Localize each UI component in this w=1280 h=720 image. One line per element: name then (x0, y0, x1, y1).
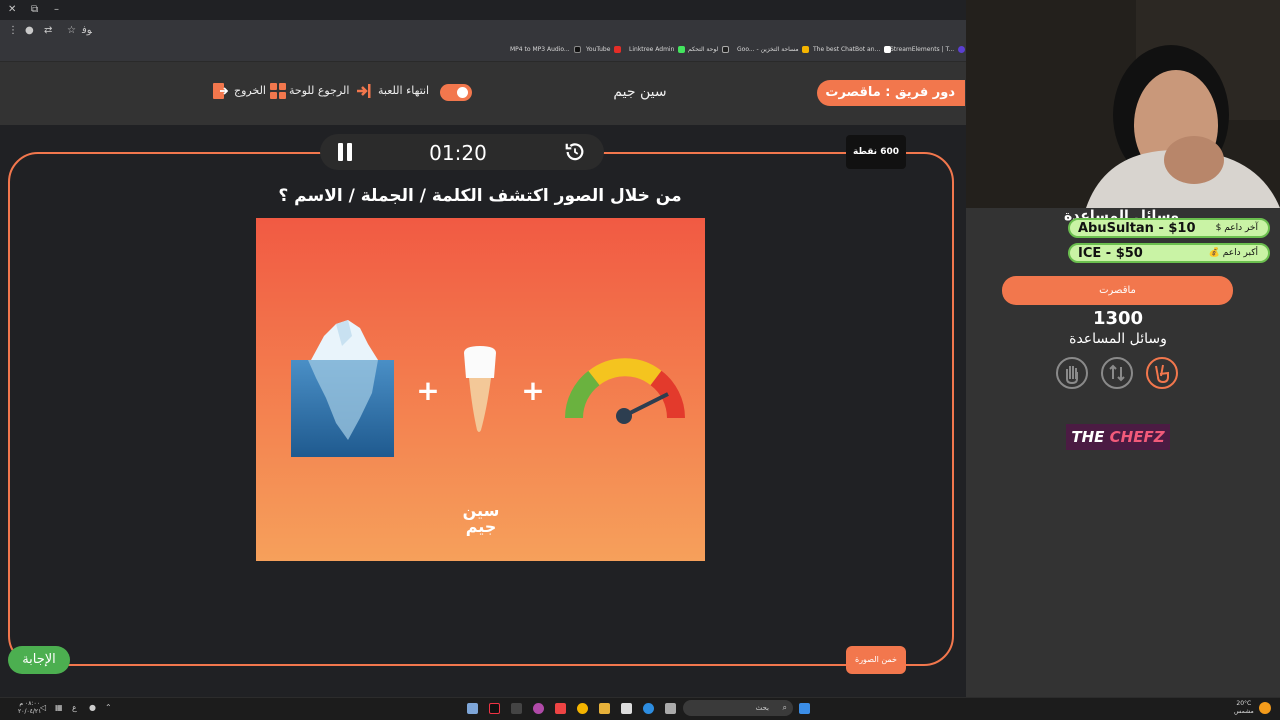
bookmark-item[interactable]: The best ChatBot an... (813, 46, 892, 53)
google-drive-icon (802, 46, 810, 53)
bookmark-item[interactable]: YouTube (586, 46, 622, 53)
pause-bar-left (338, 143, 343, 161)
taskbar-app-icon[interactable] (621, 703, 632, 714)
last-donor-banner: آخر داعم $ AbuSultan - $10 (1068, 218, 1270, 238)
windows-taskbar: ⌃ ● ع ▦ ◁ (0, 697, 1280, 720)
pause-button[interactable] (336, 143, 354, 161)
profile-icon[interactable]: ● (25, 25, 34, 36)
network-icon[interactable]: ▦ (55, 703, 63, 712)
close-window-icon[interactable]: ✕ (8, 4, 16, 15)
speed-gauge-icon (565, 358, 685, 424)
team-turn-label: دور فريق : ماقصرت (817, 80, 965, 106)
countdown-timer: 01:20 (429, 141, 487, 165)
browser-tab-bar: ✕ ⧉ – (0, 0, 966, 20)
bookmarks-bar: MP4 to MP3 Audio... YouTube Linktree Adm… (0, 42, 966, 62)
top-donor-label: أكبر داعم 💰 (1208, 248, 1258, 258)
end-game-label[interactable]: انتهاء اللعبة (378, 84, 429, 97)
taskbar-search[interactable]: بحث ⌕ (683, 700, 793, 716)
weather-desc: مشمس (1234, 708, 1254, 715)
taskbar-app-icon[interactable] (555, 703, 566, 714)
back-to-board-label[interactable]: الرجوع للوحة (289, 84, 349, 97)
file-explorer-icon[interactable] (599, 703, 610, 714)
last-donor-label: آخر داعم $ (1215, 223, 1258, 233)
aids-title: وسائل المساعدة (1069, 331, 1167, 347)
bookmark-icon (573, 46, 581, 53)
swap-icon[interactable] (1101, 357, 1133, 389)
taskbar-search-label: بحث (755, 704, 769, 712)
edge-icon[interactable] (643, 703, 654, 714)
top-donor-banner: أكبر داعم 💰 ICE - $50 (1068, 243, 1270, 263)
dashboard-icon (722, 46, 730, 53)
bookmark-item[interactable]: MP4 to MP3 Audio... (510, 46, 581, 53)
board-grid-icon[interactable] (270, 83, 286, 99)
clock-time: ٠٨:٠٠ م (19, 700, 40, 707)
cast-icon[interactable]: ⇄ (44, 25, 52, 36)
bookmark-item[interactable]: StreamElements | T... (890, 46, 966, 53)
bookmark-label: Linktree Admin (629, 46, 675, 53)
team-score: 1300 (1092, 308, 1144, 329)
clock-date: ٢٠/٠٤/٢١ (18, 708, 42, 715)
puzzle-image: + + سين جيم (256, 218, 705, 561)
minimize-window-icon[interactable]: – (54, 4, 59, 15)
bookmark-item[interactable]: Goo... - مساحة التخزين (737, 46, 810, 53)
tooth-icon (464, 346, 496, 432)
bookmark-item[interactable]: لوحة التحكم (688, 46, 730, 53)
last-donor-value: AbuSultan - $10 (1078, 221, 1196, 236)
youtube-icon (614, 46, 622, 53)
bookmark-label: MP4 to MP3 Audio... (510, 46, 570, 53)
pause-bar-right (347, 143, 352, 161)
chevron-up-icon[interactable]: ⌃ (105, 703, 112, 712)
weather-icon (1259, 702, 1271, 714)
plus-sign: + (521, 374, 544, 407)
peace-hand-icon[interactable] (1146, 357, 1178, 389)
bookmark-label: Goo... - مساحة التخزين (737, 46, 799, 53)
iceberg-icon (291, 320, 394, 457)
answer-button[interactable]: الإجابة (8, 646, 70, 674)
extensions-icon[interactable]: ⋮ (8, 25, 18, 36)
sponsor-logo: THE CHEFZ (1066, 424, 1170, 450)
taskbar-clock[interactable]: ٠٨:٠٠ م ٢٠/٠٤/٢١ (18, 700, 41, 716)
bookmark-label: YouTube (586, 46, 611, 53)
reset-timer-icon[interactable] (564, 141, 586, 163)
task-view-icon[interactable] (665, 703, 676, 714)
sponsor-part2: CHEFZ (1109, 428, 1165, 446)
windows-start-icon[interactable] (799, 703, 810, 714)
taskbar-weather[interactable]: 20°C مشمس (1234, 700, 1254, 716)
search-icon: ⌕ (782, 703, 787, 712)
address-text[interactable]: ﻮﻓ (82, 25, 92, 36)
guess-image-button[interactable]: خمن الصورة (846, 646, 906, 674)
bookmark-label: The best ChatBot an... (813, 46, 881, 53)
points-badge: 600 نقطة (846, 135, 906, 169)
bookmark-label: لوحة التحكم (688, 46, 719, 53)
end-game-toggle[interactable] (440, 84, 472, 101)
question-text: من خلال الصور اكتشف الكلمة / الجملة / ال… (278, 186, 682, 206)
streamer-silhouette (966, 0, 1280, 208)
watermark-logo: سين جيم (462, 501, 500, 536)
plus-sign: + (416, 374, 439, 407)
top-donor-value: ICE - $50 (1078, 246, 1143, 261)
hand-stop-icon[interactable] (1056, 357, 1088, 389)
linktree-icon (678, 46, 686, 53)
end-game-icon[interactable] (356, 83, 372, 99)
game-title: سين جيم (613, 84, 667, 100)
taskbar-app-icon[interactable] (533, 703, 544, 714)
exit-label[interactable]: الخروج (234, 84, 266, 97)
star-icon[interactable]: ☆ (67, 25, 76, 36)
browser-address-bar: ⋮ ● ⇄ ☆ ﻮﻓ (0, 20, 966, 42)
taskbar-app-icon[interactable] (511, 703, 522, 714)
sponsor-part1: THE (1071, 428, 1110, 446)
restore-window-icon[interactable]: ⧉ (31, 4, 38, 15)
tiktok-icon[interactable] (489, 703, 500, 714)
weather-temp: 20°C (1236, 700, 1252, 707)
streamelements-icon (958, 46, 966, 53)
webcam-feed (966, 0, 1280, 208)
taskbar-app-icon[interactable] (467, 703, 478, 714)
exit-door-icon[interactable] (212, 83, 228, 99)
bookmark-item[interactable]: Linktree Admin (629, 46, 686, 53)
microphone-icon[interactable]: ● (89, 703, 96, 712)
bookmark-label: StreamElements | T... (890, 46, 955, 53)
team-name: ماقصرت (1002, 276, 1233, 305)
language-indicator[interactable]: ع (72, 703, 77, 712)
chrome-icon[interactable] (577, 703, 588, 714)
